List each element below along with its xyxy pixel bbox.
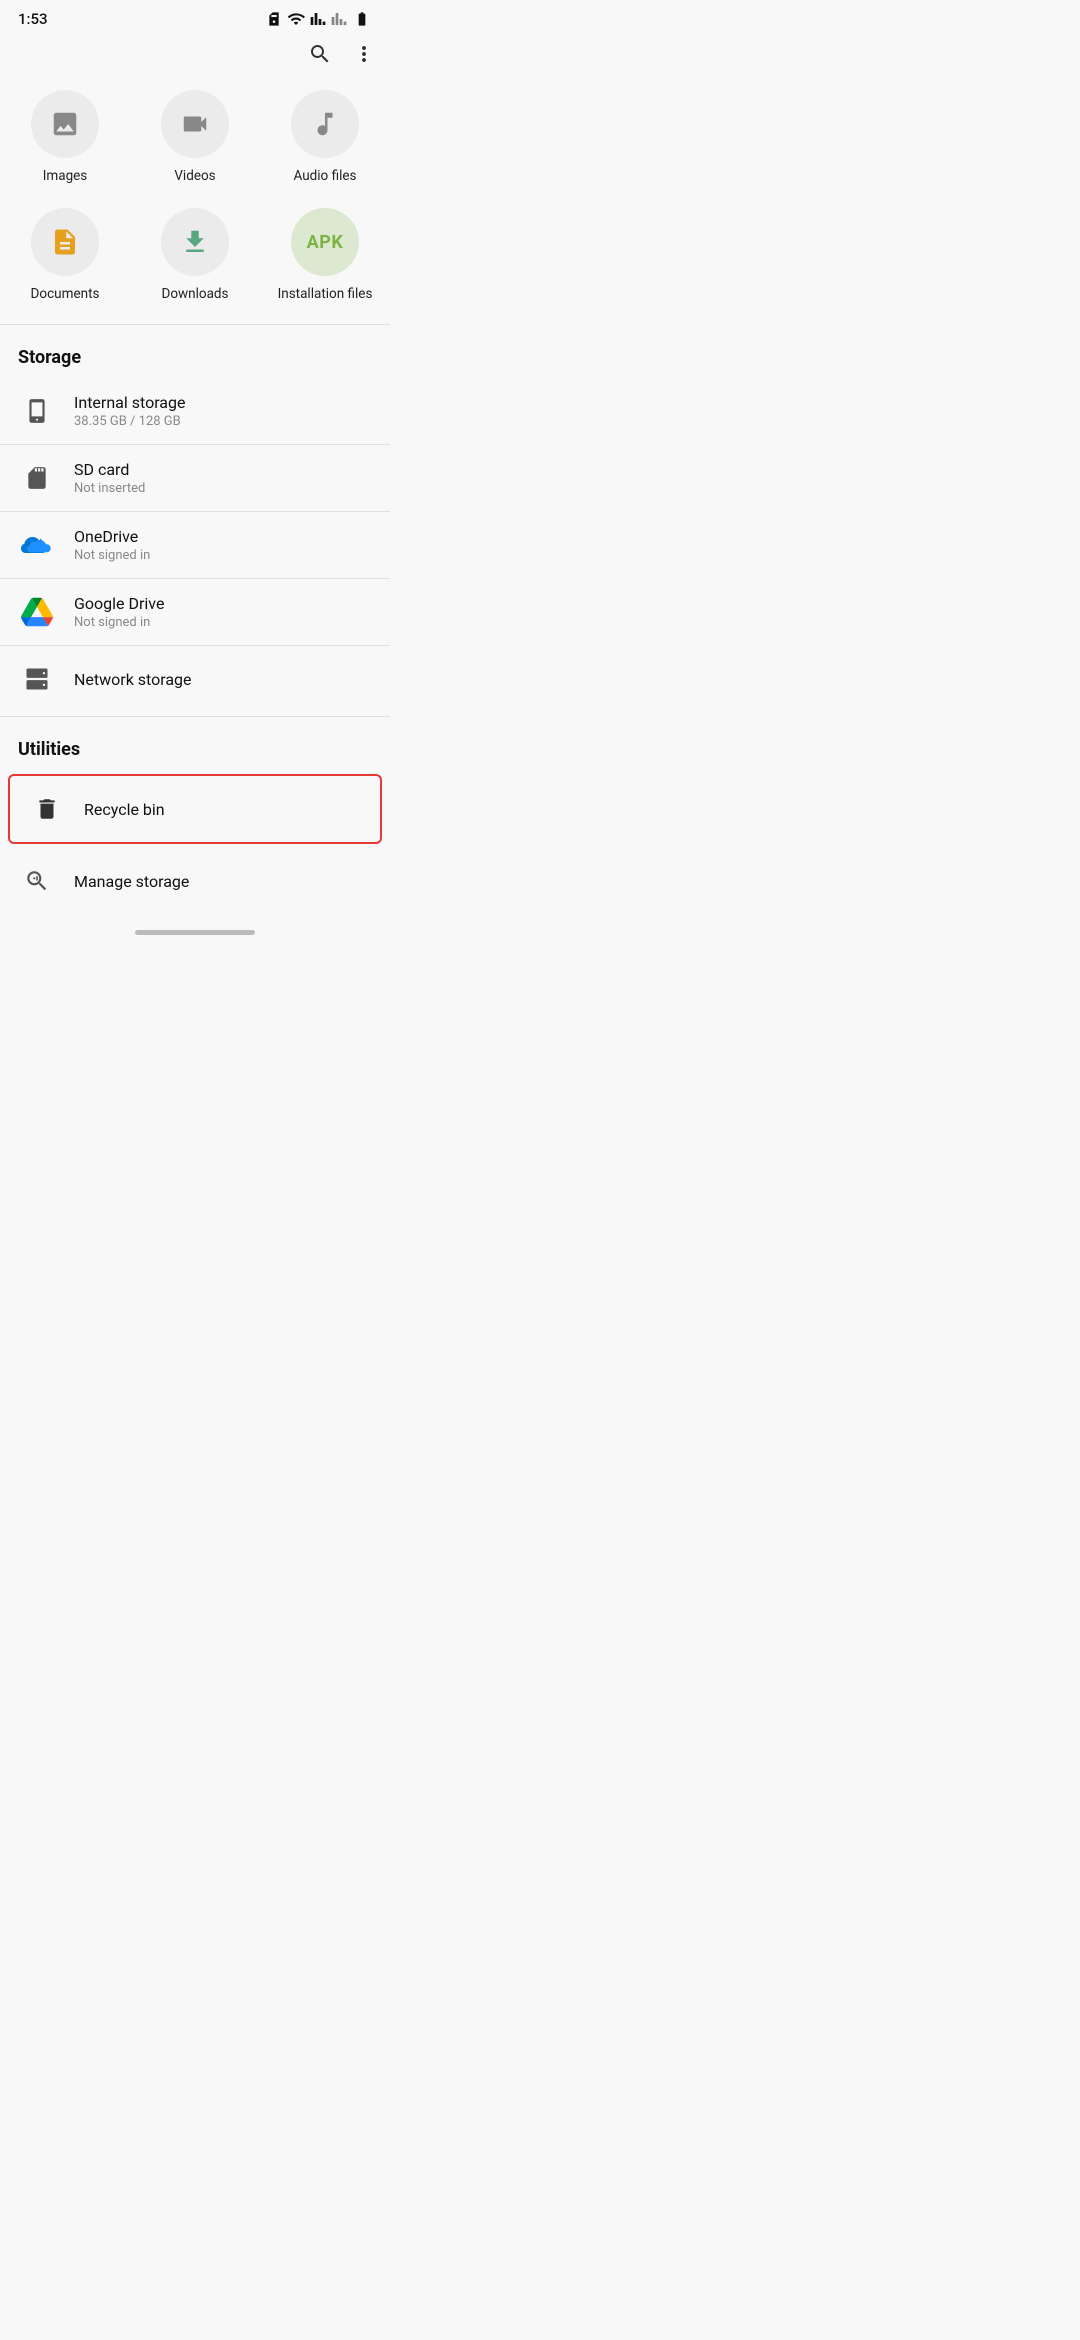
- category-documents[interactable]: Documents: [0, 194, 130, 312]
- sdcard-item[interactable]: SD card Not inserted: [0, 445, 390, 512]
- googledrive-label: Google Drive: [74, 594, 164, 613]
- network-icon: [18, 660, 56, 698]
- more-options-button[interactable]: [350, 40, 378, 68]
- onedrive-icon: [18, 526, 56, 564]
- onedrive-subtitle: Not signed in: [74, 548, 150, 563]
- internal-storage-item[interactable]: Internal storage 38.35 GB / 128 GB: [0, 378, 390, 445]
- sim-icon: [266, 11, 282, 27]
- signal2-icon: [331, 11, 347, 27]
- home-indicator: [135, 930, 255, 935]
- image-icon: [50, 109, 80, 139]
- category-images[interactable]: Images: [0, 76, 130, 194]
- status-icons: [266, 10, 372, 28]
- internal-storage-label: Internal storage: [74, 393, 185, 412]
- status-time: 1:53: [18, 10, 48, 28]
- installation-label: Installation files: [278, 286, 373, 302]
- recycle-bin-item[interactable]: Recycle bin: [8, 774, 382, 844]
- utilities-section: Utilities Recycle bin Manage storage: [0, 721, 390, 914]
- top-bar: [0, 34, 390, 72]
- sdcard-label: SD card: [74, 460, 145, 479]
- sdcard-subtitle: Not inserted: [74, 481, 145, 496]
- video-icon: [180, 109, 210, 139]
- search-button[interactable]: [306, 40, 334, 68]
- battery-icon: [352, 11, 372, 27]
- audio-icon-circle: [291, 90, 359, 158]
- manage-icon: [18, 862, 56, 900]
- downloads-icon-circle: [161, 208, 229, 276]
- images-label: Images: [43, 168, 88, 184]
- divider-categories-storage: [0, 324, 390, 325]
- search-icon: [308, 42, 332, 66]
- document-icon: [50, 227, 80, 257]
- googledrive-subtitle: Not signed in: [74, 615, 164, 630]
- wifi-icon: [287, 10, 305, 28]
- videos-icon-circle: [161, 90, 229, 158]
- manage-storage-item[interactable]: Manage storage: [0, 848, 390, 914]
- category-videos[interactable]: Videos: [130, 76, 260, 194]
- recycle-bin-label: Recycle bin: [84, 800, 165, 819]
- download-icon: [180, 227, 210, 257]
- category-downloads[interactable]: Downloads: [130, 194, 260, 312]
- sdcard-icon: [18, 459, 56, 497]
- documents-label: Documents: [31, 286, 100, 302]
- more-vert-icon: [352, 42, 376, 66]
- network-storage-item[interactable]: Network storage: [0, 646, 390, 712]
- sdcard-text: SD card Not inserted: [74, 460, 145, 496]
- divider-storage-utilities: [0, 716, 390, 717]
- googledrive-item[interactable]: Google Drive Not signed in: [0, 579, 390, 646]
- audio-label: Audio files: [293, 168, 356, 184]
- category-installation[interactable]: APK Installation files: [260, 194, 390, 312]
- storage-title: Storage: [0, 329, 390, 378]
- googledrive-text: Google Drive Not signed in: [74, 594, 164, 630]
- documents-icon-circle: [31, 208, 99, 276]
- storage-section: Storage Internal storage 38.35 GB / 128 …: [0, 329, 390, 712]
- apk-label: APK: [307, 232, 344, 253]
- signal-icon: [310, 11, 326, 27]
- onedrive-item[interactable]: OneDrive Not signed in: [0, 512, 390, 579]
- utilities-title: Utilities: [0, 721, 390, 770]
- images-icon-circle: [31, 90, 99, 158]
- category-grid: Images Videos Audio files Documents: [0, 72, 390, 320]
- network-storage-label: Network storage: [74, 670, 192, 689]
- videos-label: Videos: [174, 168, 215, 184]
- installation-icon-circle: APK: [291, 208, 359, 276]
- googledrive-icon: [18, 593, 56, 631]
- onedrive-text: OneDrive Not signed in: [74, 527, 150, 563]
- onedrive-label: OneDrive: [74, 527, 150, 546]
- trash-icon: [28, 790, 66, 828]
- internal-storage-subtitle: 38.35 GB / 128 GB: [74, 414, 185, 429]
- category-audio[interactable]: Audio files: [260, 76, 390, 194]
- audio-icon: [310, 109, 340, 139]
- downloads-label: Downloads: [161, 286, 228, 302]
- manage-storage-label: Manage storage: [74, 872, 189, 891]
- phone-icon: [18, 392, 56, 430]
- network-storage-text: Network storage: [74, 670, 192, 689]
- internal-storage-text: Internal storage 38.35 GB / 128 GB: [74, 393, 185, 429]
- status-bar: 1:53: [0, 0, 390, 34]
